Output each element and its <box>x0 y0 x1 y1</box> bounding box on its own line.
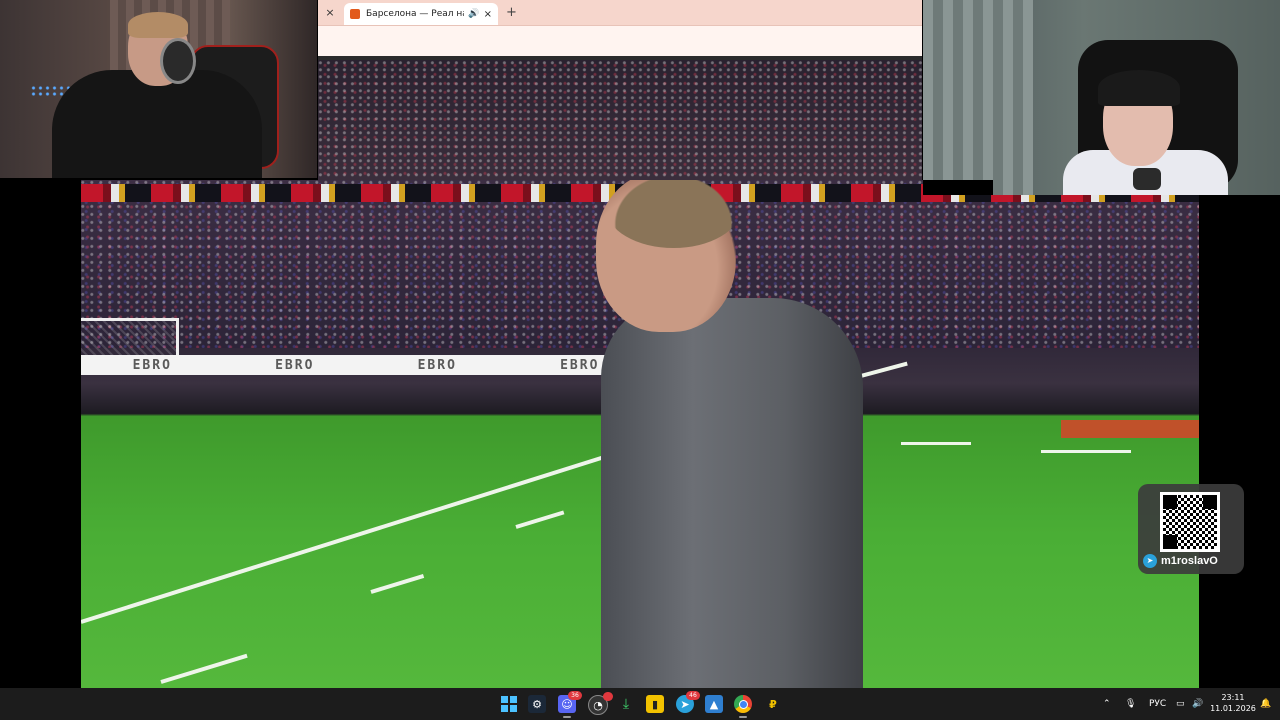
browser-video-frame <box>318 60 922 180</box>
ad-board-text: EBRO <box>560 357 600 373</box>
notification-badge: 46 <box>686 691 700 700</box>
main-video: EBRO EBRO EBRO EBRO <box>81 180 1199 688</box>
network-icon[interactable]: ▭ <box>1176 688 1185 720</box>
coach <box>601 298 863 688</box>
streamer-body <box>52 70 262 178</box>
bench <box>1061 420 1199 438</box>
download-icon[interactable]: ⤓ <box>617 695 635 713</box>
frame-gutter <box>923 180 993 195</box>
microphone-icon <box>1133 168 1161 190</box>
browser-toolbar <box>318 25 922 57</box>
show-hidden-icons-icon[interactable]: ⌃ <box>1103 688 1111 720</box>
headset-icon <box>160 38 196 84</box>
volume-icon[interactable]: 🔊 <box>1192 688 1203 720</box>
notifications-icon[interactable]: 🔔 <box>1260 688 1271 720</box>
notification-badge <box>603 692 613 701</box>
browser-window: × Барселона — Реал на Кин 🔊 × + <box>318 0 922 60</box>
microphone-icon[interactable]: 🎙 <box>1125 688 1136 720</box>
telegram-handle: ➤ m1roslavO <box>1143 554 1241 568</box>
pitch-marking <box>370 574 425 594</box>
discord-icon[interactable]: ☺ 36 <box>558 691 582 718</box>
taskbar: ⚙ ☺ 36 ◔ ⤓ ▮ ➤ 46 ▲ ₽ ⌃ 🎙 РУС ▭ 🔊 23:11 … <box>0 688 1280 720</box>
notification-badge: 36 <box>568 691 582 700</box>
qr-overlay: ➤ m1roslavO <box>1138 484 1244 574</box>
pitch-marking <box>1041 450 1131 453</box>
app-icon[interactable]: ◔ <box>588 692 613 715</box>
chrome-icon[interactable] <box>734 695 752 718</box>
handle-text: m1roslavO <box>1161 555 1218 567</box>
app-icon[interactable]: ₽ <box>764 695 782 713</box>
telegram-icon: ➤ <box>1143 554 1157 568</box>
clock-time: 23:11 <box>1221 693 1245 702</box>
ad-board-text: EBRO <box>417 357 457 373</box>
streamer-hair <box>128 12 188 38</box>
browser-tab[interactable]: Барселона — Реал на Кин 🔊 × <box>344 3 498 25</box>
webcam-right <box>923 0 1280 195</box>
photos-icon[interactable]: ▲ <box>705 695 723 713</box>
pitch-marking <box>515 510 565 529</box>
steam-icon[interactable]: ⚙ <box>528 695 546 713</box>
touchline <box>81 451 616 624</box>
ad-board: EBRO EBRO EBRO EBRO <box>81 355 651 375</box>
pitch-marking <box>160 653 248 684</box>
new-tab-button[interactable]: + <box>506 5 517 20</box>
speaker-icon[interactable]: 🔊 <box>468 9 479 19</box>
ad-board-text: EBRO <box>132 357 172 373</box>
tab-close-icon[interactable]: × <box>484 9 492 20</box>
ad-board-text: EBRO <box>275 357 315 373</box>
streamer-headset <box>1098 70 1180 106</box>
language-indicator[interactable]: РУС <box>1149 688 1166 720</box>
system-clock[interactable]: 23:11 11.01.2026 <box>1206 692 1260 714</box>
qr-code <box>1160 492 1220 552</box>
curtain <box>923 0 1033 195</box>
close-icon[interactable]: × <box>323 6 337 20</box>
clock-date: 11.01.2026 <box>1210 704 1256 713</box>
divider <box>318 56 922 60</box>
tab-title: Барселона — Реал на Кин <box>366 9 464 19</box>
telegram-icon[interactable]: ➤ 46 <box>676 691 700 713</box>
windows-icon[interactable] <box>500 695 518 713</box>
webcam-left <box>0 0 317 178</box>
pitch-marking <box>901 442 971 445</box>
site-favicon-icon <box>350 9 360 19</box>
app-icon[interactable]: ▮ <box>646 695 664 713</box>
